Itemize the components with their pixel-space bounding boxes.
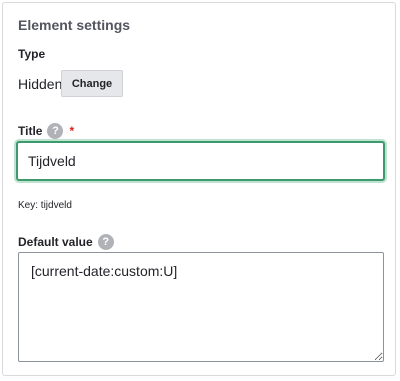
- title-label: Title: [18, 124, 43, 138]
- title-input[interactable]: [16, 141, 385, 181]
- type-value: Hidden: [18, 76, 63, 92]
- default-value-label: Default value: [18, 235, 93, 249]
- section-title: Element settings: [18, 17, 131, 33]
- default-value-textarea[interactable]: [current-date:custom:U]: [18, 252, 384, 362]
- default-value-label-row: Default value ?: [18, 234, 114, 250]
- help-icon[interactable]: ?: [47, 123, 64, 139]
- help-icon[interactable]: ?: [97, 234, 114, 250]
- change-button[interactable]: Change: [61, 70, 123, 97]
- machine-key: Key: tijdveld: [18, 200, 72, 211]
- required-mark: *: [69, 124, 75, 138]
- type-label: Type: [18, 47, 46, 61]
- title-label-row: Title ? *: [18, 123, 74, 139]
- element-settings-panel: Element settings Type Hidden Change Titl…: [2, 2, 396, 376]
